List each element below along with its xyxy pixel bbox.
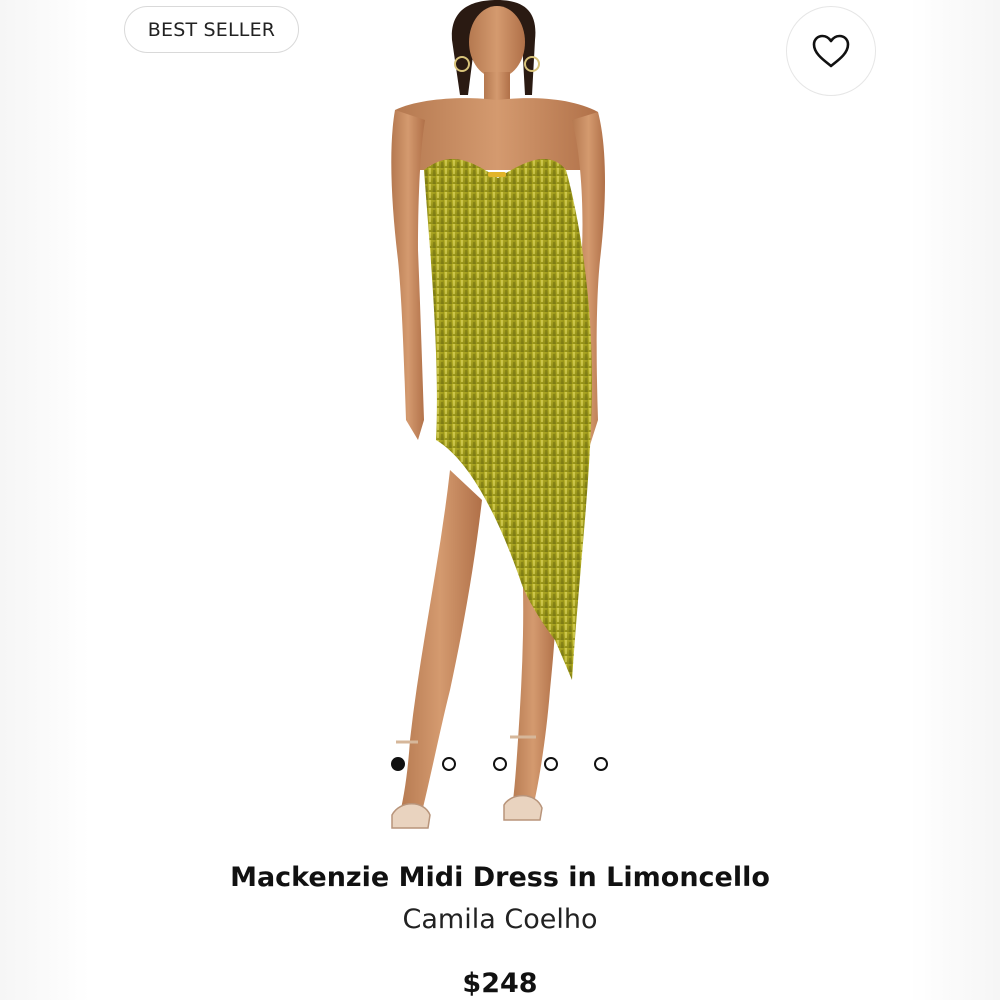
background-edge-left: [0, 0, 90, 1000]
heart-outline-icon: [812, 34, 850, 68]
product-name[interactable]: Mackenzie Midi Dress in Limoncello: [0, 862, 1000, 893]
product-card-screen: BEST SELLER Mackenzie Midi Dress in Limo…: [0, 0, 1000, 1000]
dress-keyhole: [488, 172, 506, 177]
carousel-dot-2[interactable]: [442, 757, 456, 771]
product-price: $248: [462, 968, 538, 999]
model-neck: [484, 72, 510, 102]
carousel-dot-1[interactable]: [391, 757, 405, 771]
image-carousel-dots: [0, 756, 1000, 776]
carousel-dot-3[interactable]: [493, 757, 507, 771]
product-brand[interactable]: Camila Coelho: [0, 904, 1000, 935]
model-shoe-right: [503, 794, 543, 821]
best-seller-badge-label: BEST SELLER: [147, 18, 276, 41]
model-shoulders: [395, 98, 600, 170]
carousel-dot-4[interactable]: [544, 757, 558, 771]
model-shoe-left: [391, 803, 431, 829]
model-face: [469, 6, 525, 78]
background-edge-right: [910, 0, 1000, 1000]
model-arm-left: [391, 110, 425, 440]
carousel-dot-5[interactable]: [594, 757, 608, 771]
best-seller-badge: BEST SELLER: [124, 6, 299, 53]
product-image[interactable]: [300, 0, 700, 850]
favorite-button[interactable]: [786, 6, 876, 96]
